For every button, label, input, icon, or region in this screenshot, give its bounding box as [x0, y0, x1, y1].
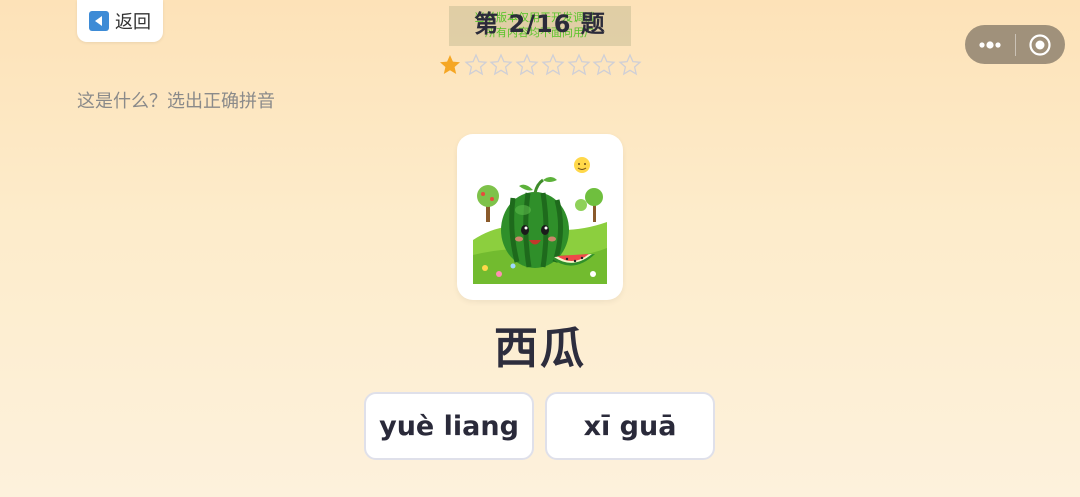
star-empty-icon: [515, 53, 539, 76]
star-empty-icon: [566, 53, 591, 76]
star-empty-icon: [618, 53, 642, 76]
back-arrow-icon: [89, 11, 109, 31]
back-button[interactable]: 返回: [77, 0, 163, 42]
star-empty-icon: [489, 53, 513, 76]
question-prompt: 这是什么？选出正确拼音: [77, 91, 275, 112]
progress-stars: [438, 52, 642, 78]
star-filled-icon: [440, 55, 460, 74]
star-empty-icon: [541, 53, 565, 76]
option-button-2[interactable]: xī guā: [545, 392, 715, 460]
option-button-1[interactable]: yuè liang: [364, 392, 534, 460]
question-counter: 第 2/16 题: [474, 10, 606, 38]
question-image-card: [457, 134, 623, 300]
miniprogram-capsule: [965, 25, 1065, 64]
back-label: 返回: [115, 12, 151, 33]
target-word: 西瓜: [494, 323, 586, 374]
star-empty-icon: [464, 53, 488, 76]
target-close-icon[interactable]: [1016, 25, 1066, 64]
more-dots-icon[interactable]: [965, 25, 1015, 64]
star-empty-icon: [592, 53, 616, 76]
watermelon-illustration: [473, 150, 607, 284]
